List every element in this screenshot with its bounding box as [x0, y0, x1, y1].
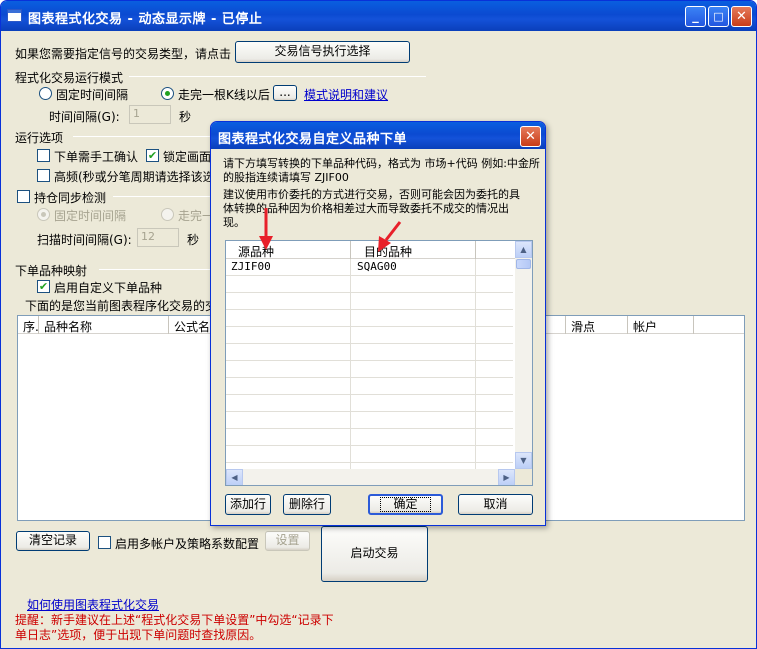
annotation-arrows — [259, 208, 402, 252]
arrow-target-icon — [378, 221, 402, 252]
arrow-source-icon — [259, 208, 273, 250]
